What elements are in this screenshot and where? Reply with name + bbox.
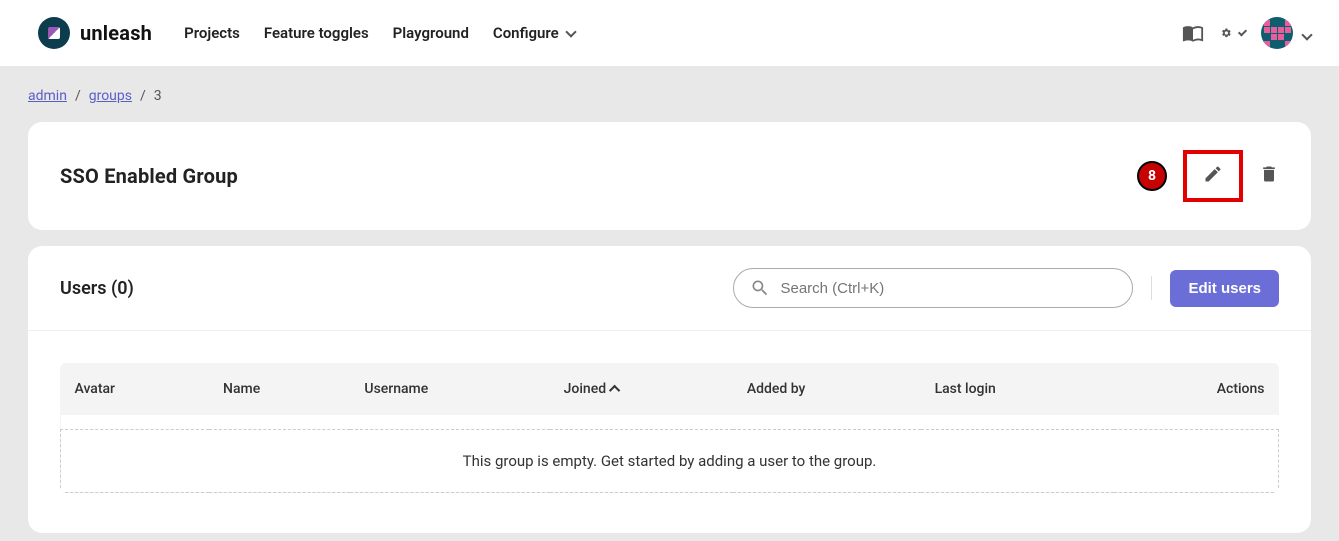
breadcrumb-admin[interactable]: admin bbox=[28, 88, 67, 104]
col-joined[interactable]: Joined bbox=[550, 363, 733, 415]
breadcrumb-current: 3 bbox=[154, 88, 162, 104]
breadcrumb: admin / groups / 3 bbox=[0, 66, 1339, 122]
search-input[interactable] bbox=[780, 280, 1116, 297]
empty-state-message: This group is empty. Get started by addi… bbox=[61, 429, 1279, 492]
header-right bbox=[1181, 17, 1311, 49]
settings-dropdown[interactable] bbox=[1221, 21, 1245, 45]
users-card: Users (0) Edit users Avatar Name Usernam… bbox=[28, 246, 1311, 533]
col-username[interactable]: Username bbox=[350, 363, 549, 415]
edit-group-button[interactable] bbox=[1183, 150, 1243, 202]
gear-icon bbox=[1221, 23, 1232, 43]
breadcrumb-separator: / bbox=[75, 88, 81, 104]
group-title: SSO Enabled Group bbox=[60, 164, 238, 188]
logo[interactable]: unleash bbox=[38, 17, 152, 49]
col-last-login[interactable]: Last login bbox=[921, 363, 1115, 415]
logo-mark-icon bbox=[38, 17, 70, 49]
nav-feature-toggles[interactable]: Feature toggles bbox=[264, 24, 369, 42]
edit-users-button[interactable]: Edit users bbox=[1170, 270, 1279, 307]
brand-name: unleash bbox=[80, 21, 152, 45]
trash-icon bbox=[1259, 164, 1279, 184]
nav-configure[interactable]: Configure bbox=[493, 24, 575, 42]
search-icon bbox=[750, 278, 770, 298]
users-table: Avatar Name Username Joined Added by Las… bbox=[60, 363, 1279, 493]
delete-group-button[interactable] bbox=[1259, 164, 1279, 188]
group-card: SSO Enabled Group 8 bbox=[28, 122, 1311, 230]
col-name[interactable]: Name bbox=[209, 363, 350, 415]
chevron-down-icon bbox=[1299, 24, 1311, 43]
user-menu[interactable] bbox=[1261, 17, 1311, 49]
avatar bbox=[1261, 17, 1293, 49]
nav-projects[interactable]: Projects bbox=[184, 24, 240, 42]
breadcrumb-separator: / bbox=[140, 88, 146, 104]
users-title: Users (0) bbox=[60, 278, 134, 299]
step-badge: 8 bbox=[1137, 161, 1167, 191]
search-input-wrap[interactable] bbox=[733, 268, 1133, 308]
pencil-icon bbox=[1203, 164, 1223, 184]
app-header: unleash Projects Feature toggles Playgro… bbox=[0, 0, 1339, 66]
col-actions[interactable]: Actions bbox=[1114, 363, 1278, 415]
toolbar-divider bbox=[1151, 276, 1152, 300]
empty-state-row: This group is empty. Get started by addi… bbox=[61, 429, 1279, 492]
col-added-by[interactable]: Added by bbox=[733, 363, 921, 415]
table-header-row: Avatar Name Username Joined Added by Las… bbox=[61, 363, 1279, 415]
col-avatar[interactable]: Avatar bbox=[61, 363, 210, 415]
docs-icon[interactable] bbox=[1181, 21, 1205, 45]
main-nav: Projects Feature toggles Playground Conf… bbox=[184, 24, 575, 42]
breadcrumb-groups[interactable]: groups bbox=[89, 88, 132, 104]
nav-playground[interactable]: Playground bbox=[393, 24, 469, 42]
